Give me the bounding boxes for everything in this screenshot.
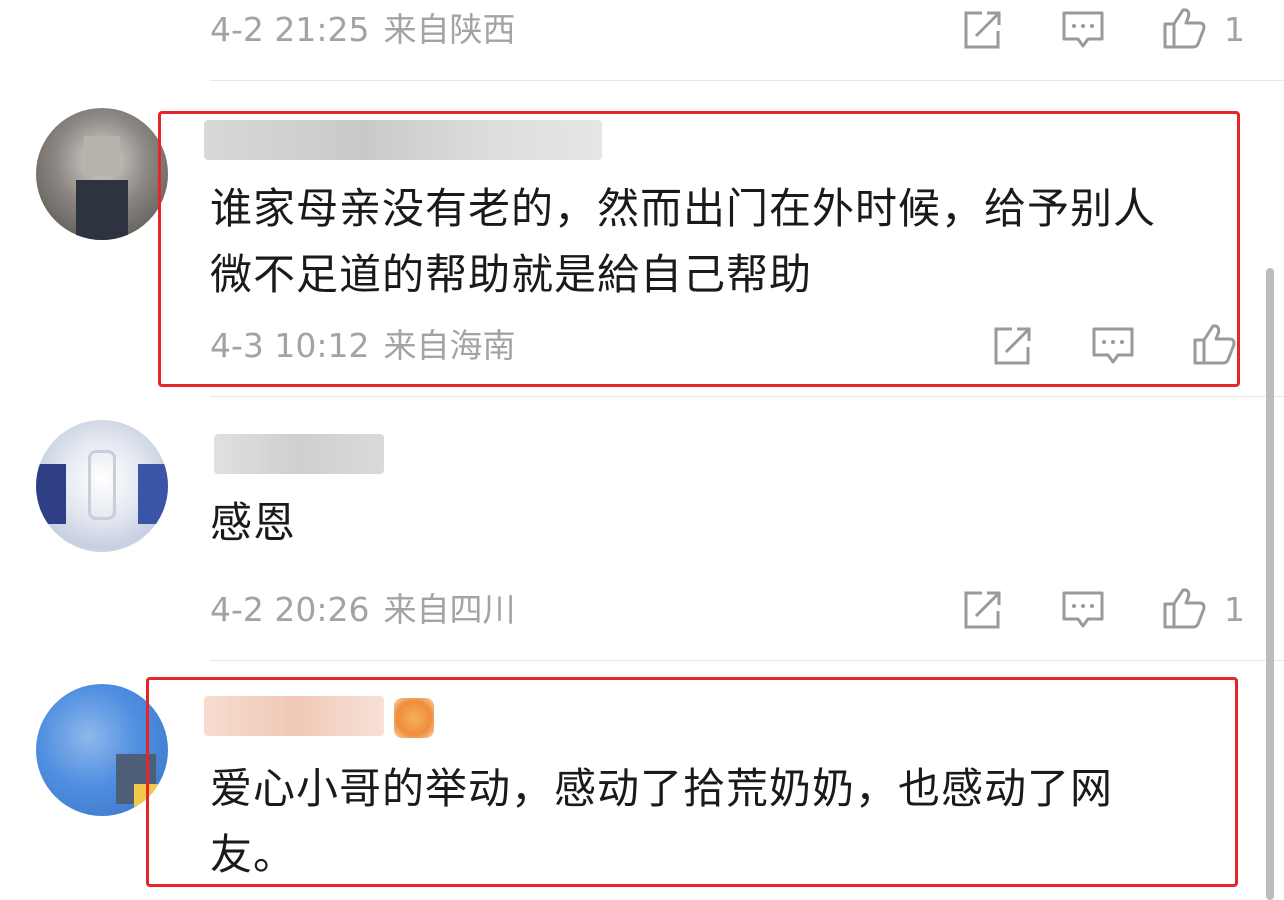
comment-icon <box>1062 591 1104 628</box>
comment-feed: 4-2 21:25 来自陕西 1 谁家母亲没有老的，然而出门在外时候，给予别人 微… <box>0 0 1284 900</box>
comment-text-line: 感恩 <box>210 498 297 547</box>
avatar-face-block <box>84 136 120 176</box>
comment-meta: 4-2 21:25 来自陕西 <box>210 10 516 50</box>
thumbs-up-icon <box>1163 588 1206 629</box>
divider <box>210 396 1284 397</box>
avatar-right-block <box>138 464 168 524</box>
comment-timestamp: 4-2 20:26 <box>210 590 370 629</box>
scrollbar[interactable] <box>1266 268 1274 900</box>
divider <box>210 660 1284 661</box>
avatar[interactable] <box>36 108 168 240</box>
red-highlight-box <box>146 677 1238 887</box>
divider <box>210 80 1284 81</box>
repost-button[interactable] <box>960 8 1004 52</box>
comment-location: 来自陕西 <box>383 10 516 49</box>
comment-meta: 4-2 20:26 来自四川 <box>210 590 516 630</box>
repost-button[interactable] <box>960 588 1004 632</box>
avatar-left-block <box>36 464 66 524</box>
red-highlight-box <box>158 111 1240 387</box>
avatar-body-block <box>76 180 128 240</box>
comment-button[interactable] <box>1061 588 1105 632</box>
comment-button[interactable] <box>1061 8 1105 52</box>
thumbs-up-icon <box>1163 8 1206 49</box>
username-blurred[interactable] <box>214 434 384 474</box>
like-button[interactable] <box>1162 6 1206 50</box>
avatar-center-block <box>88 450 116 520</box>
like-count: 1 <box>1224 590 1245 629</box>
comment-text: 感恩 <box>210 490 296 556</box>
avatar[interactable] <box>36 420 168 552</box>
like-button[interactable] <box>1162 586 1206 630</box>
like-count: 1 <box>1224 10 1245 49</box>
comment-location: 来自四川 <box>383 590 516 629</box>
repost-icon <box>964 11 1001 49</box>
repost-icon <box>964 591 1001 629</box>
comment-icon <box>1062 11 1104 48</box>
comment-timestamp: 4-2 21:25 <box>210 10 370 49</box>
